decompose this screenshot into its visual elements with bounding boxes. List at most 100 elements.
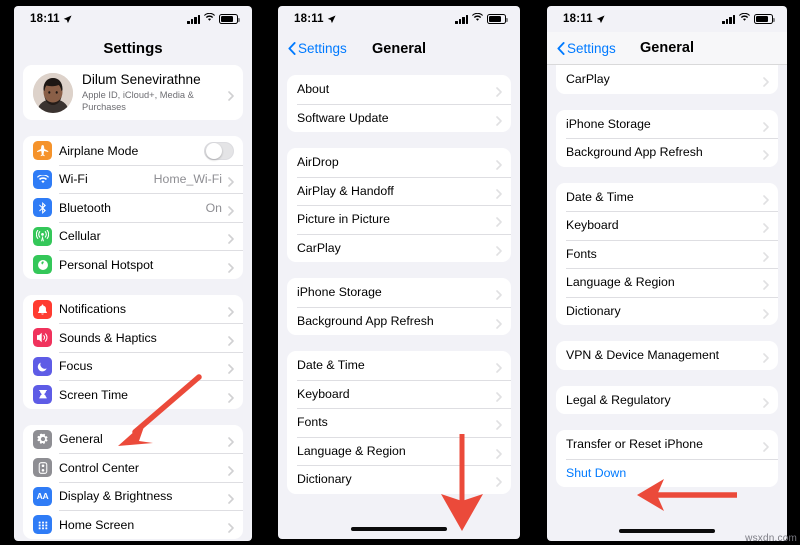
row-airdrop[interactable]: AirDrop [287, 148, 511, 177]
sidebar-item-personal-hotspot[interactable]: Personal Hotspot [23, 250, 243, 279]
chevron-left-icon [288, 42, 296, 55]
row-label: Airplane Mode [59, 143, 139, 158]
status-bar-left: 18:11 [294, 13, 336, 25]
status-bar: 18:11 [14, 6, 252, 32]
sidebar-item-sounds-haptics[interactable]: Sounds & Haptics [23, 323, 243, 352]
row-label: Fonts [297, 415, 328, 430]
avatar [33, 72, 73, 113]
row-picture-in-picture[interactable]: Picture in Picture [287, 205, 511, 234]
row-software-update[interactable]: Software Update [287, 103, 511, 133]
settings-group-system: General Control Center AA Display & Brig… [23, 424, 243, 539]
control-center-icon [33, 458, 52, 478]
row-dictionary[interactable]: Dictionary [287, 465, 511, 494]
row-label: Background App Refresh [297, 313, 434, 328]
phone-panel-general-top: 18:11 Settings General About Software Up… [266, 0, 535, 545]
row-iphone-storage[interactable]: iPhone Storage [287, 278, 511, 307]
sidebar-item-display-brightness[interactable]: AA Display & Brightness [23, 481, 243, 511]
general-group-legal: Legal & Regulatory [556, 385, 778, 415]
phone-panel-general-bottom: 18:11 Settings General CarPlay iPhone St… [535, 0, 800, 545]
sidebar-item-screen-time[interactable]: Screen Time [23, 380, 243, 409]
general-scroll-content[interactable]: About Software Update AirDrop AirPlay & [278, 65, 520, 494]
chevron-right-icon [228, 203, 234, 216]
chevron-right-icon [496, 287, 502, 301]
row-label: Language & Region [566, 275, 675, 290]
row-fonts[interactable]: Fonts [556, 239, 778, 269]
row-language-region[interactable]: Language & Region [287, 436, 511, 466]
battery-icon [487, 14, 508, 24]
row-value: On [205, 200, 222, 215]
row-transfer-or-reset-iphone[interactable]: Transfer or Reset iPhone [556, 430, 778, 459]
row-background-app-refresh[interactable]: Background App Refresh [287, 306, 511, 336]
row-airplay-handoff[interactable]: AirPlay & Handoff [287, 176, 511, 206]
nav-bar-general: Settings General [547, 32, 787, 65]
sidebar-item-cellular[interactable]: Cellular [23, 221, 243, 251]
chevron-right-icon [228, 361, 234, 374]
sidebar-item-control-center[interactable]: Control Center [23, 453, 243, 482]
row-label: Wi-Fi [59, 172, 88, 187]
row-carplay[interactable]: CarPlay [556, 65, 778, 94]
chevron-right-icon [763, 74, 769, 88]
sidebar-item-general[interactable]: General [23, 425, 243, 454]
back-button[interactable]: Settings [557, 41, 616, 56]
row-fonts[interactable]: Fonts [287, 408, 511, 437]
chevron-right-icon [228, 260, 234, 273]
general-group-carplay: CarPlay [556, 65, 778, 94]
row-legal-regulatory[interactable]: Legal & Regulatory [556, 386, 778, 415]
wifi-icon [739, 12, 750, 25]
general-group-vpn: VPN & Device Management [556, 341, 778, 370]
back-button[interactable]: Settings [288, 41, 347, 56]
row-keyboard[interactable]: Keyboard [287, 379, 511, 409]
watermark: wsxdn.com [745, 533, 797, 544]
airplane-mode-toggle[interactable] [204, 141, 234, 160]
chevron-right-icon [763, 439, 769, 453]
bluetooth-icon [33, 198, 52, 218]
row-shut-down[interactable]: Shut Down [556, 458, 778, 488]
row-label: Transfer or Reset iPhone [566, 437, 703, 452]
nav-bar-general: Settings General [278, 32, 520, 65]
sidebar-item-bluetooth[interactable]: Bluetooth On [23, 193, 243, 222]
row-carplay[interactable]: CarPlay [287, 233, 511, 263]
sidebar-item-airplane-mode[interactable]: Airplane Mode [23, 136, 243, 165]
row-keyboard[interactable]: Keyboard [556, 211, 778, 240]
row-value: Home_Wi-Fi [153, 172, 222, 187]
status-bar: 18:11 [278, 6, 520, 32]
row-about[interactable]: About [287, 75, 511, 104]
status-bar-right [455, 12, 508, 25]
sidebar-item-home-screen[interactable]: Home Screen [23, 510, 243, 539]
row-vpn-device-management[interactable]: VPN & Device Management [556, 341, 778, 370]
status-bar: 18:11 [547, 6, 787, 32]
apple-id-profile-card[interactable]: Dilum Senevirathne Apple ID, iCloud+, Me… [23, 65, 243, 121]
row-language-region[interactable]: Language & Region [556, 268, 778, 297]
general-scroll-content[interactable]: CarPlay iPhone Storage Background App Re… [547, 65, 787, 487]
row-iphone-storage[interactable]: iPhone Storage [556, 110, 778, 139]
hotspot-icon [33, 255, 52, 275]
battery-icon [219, 14, 240, 24]
status-bar-right [722, 12, 775, 25]
row-date-time[interactable]: Date & Time [556, 183, 778, 212]
row-label: iPhone Storage [566, 116, 651, 131]
row-dictionary[interactable]: Dictionary [556, 296, 778, 326]
row-label: Home Screen [59, 517, 135, 532]
chevron-right-icon [228, 520, 234, 533]
row-label: Software Update [297, 110, 389, 125]
row-label: About [297, 82, 330, 97]
sidebar-item-focus[interactable]: Focus [23, 351, 243, 381]
sidebar-item-wifi[interactable]: Wi-Fi Home_Wi-Fi [23, 164, 243, 194]
row-label: Dictionary [297, 472, 352, 487]
row-background-app-refresh[interactable]: Background App Refresh [556, 138, 778, 167]
sidebar-item-notifications[interactable]: Notifications [23, 295, 243, 324]
row-label: Dictionary [566, 303, 621, 318]
profile-text: Dilum Senevirathne Apple ID, iCloud+, Me… [82, 72, 228, 113]
row-label: Keyboard [566, 218, 619, 233]
settings-scroll-content[interactable]: Dilum Senevirathne Apple ID, iCloud+, Me… [14, 65, 252, 539]
row-date-time[interactable]: Date & Time [287, 351, 511, 380]
wifi-icon [204, 12, 215, 25]
chevron-right-icon [228, 491, 234, 504]
chevron-right-icon [496, 417, 502, 431]
row-label: Fonts [566, 246, 597, 261]
general-group-storage: iPhone Storage Background App Refresh [287, 278, 511, 335]
profile-name: Dilum Senevirathne [82, 72, 201, 87]
chevron-right-icon [763, 249, 769, 262]
general-group-reset: Transfer or Reset iPhone Shut Down [556, 430, 778, 487]
row-label: iPhone Storage [297, 285, 382, 300]
